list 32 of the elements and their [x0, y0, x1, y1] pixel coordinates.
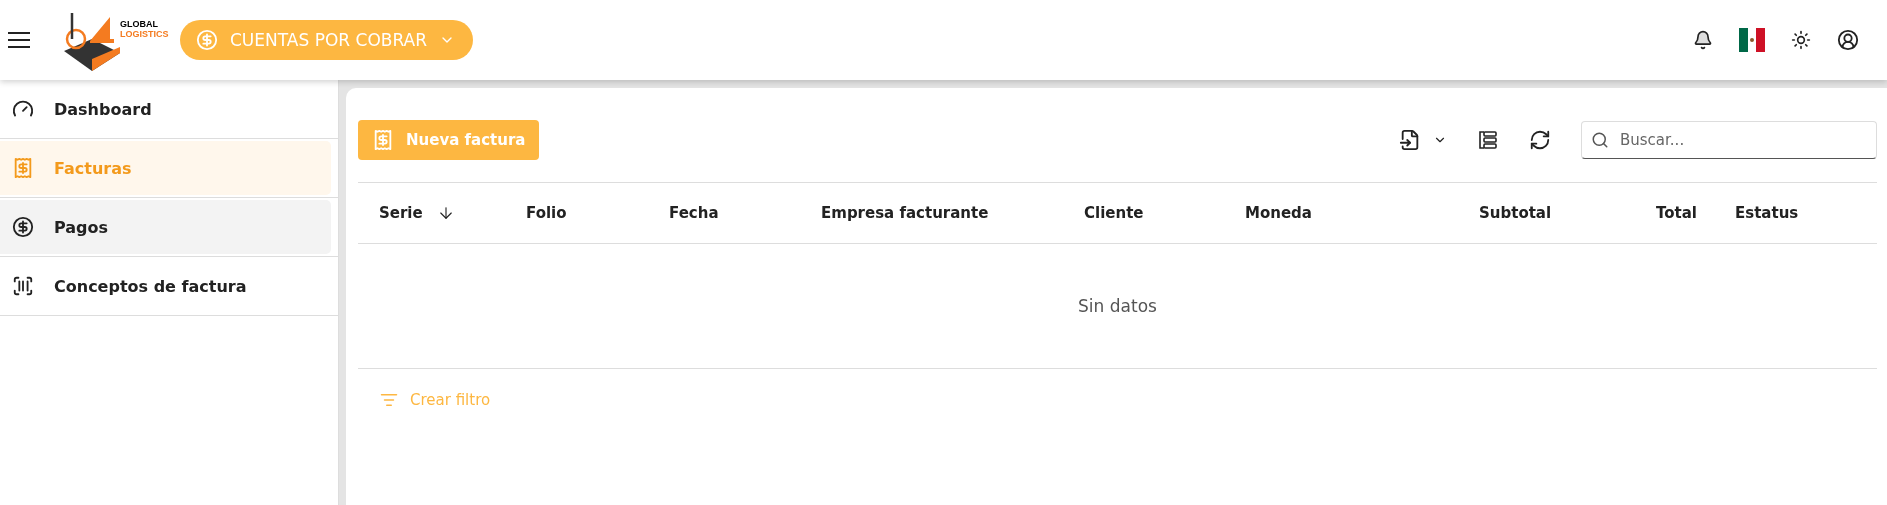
- sidebar-item[interactable]: Dashboard: [0, 82, 331, 136]
- mexico-flag-icon: [1739, 28, 1765, 52]
- dollar-icon: [12, 216, 34, 238]
- invoice-icon: [12, 157, 34, 179]
- column-header[interactable]: Folio: [526, 204, 567, 222]
- export-button[interactable]: [1399, 129, 1447, 151]
- column-header[interactable]: Serie: [379, 204, 423, 222]
- column-header[interactable]: Subtotal: [1479, 204, 1552, 222]
- logo-text: GLOBAL: [120, 19, 159, 29]
- search-field[interactable]: Buscar...: [1581, 121, 1877, 159]
- file-export-icon: [1399, 129, 1421, 151]
- empty-message: Sin datos: [1078, 296, 1157, 316]
- column-header[interactable]: Estatus: [1735, 204, 1799, 222]
- column-header[interactable]: Moneda: [1245, 204, 1312, 222]
- filter-icon: [380, 391, 398, 409]
- column-header[interactable]: Empresa facturante: [821, 204, 989, 222]
- receipt-icon: [372, 129, 394, 151]
- refresh-button[interactable]: [1529, 129, 1551, 151]
- barcode-icon: [12, 275, 34, 297]
- column-header[interactable]: Fecha: [669, 204, 719, 222]
- language-button[interactable]: [1739, 28, 1765, 52]
- sidebar-item[interactable]: Pagos: [0, 200, 331, 254]
- column-header[interactable]: Cliente: [1084, 204, 1144, 222]
- columns-button[interactable]: [1477, 129, 1499, 151]
- search-icon: [1591, 131, 1609, 149]
- sidebar-item[interactable]: Conceptos de factura: [0, 259, 331, 313]
- menu-button[interactable]: [8, 32, 30, 48]
- logo-text: LOGISTICS: [120, 29, 169, 39]
- column-header[interactable]: Total: [1656, 204, 1697, 222]
- user-button[interactable]: [1837, 29, 1859, 51]
- notifications-button[interactable]: [1693, 30, 1713, 50]
- theme-button[interactable]: [1791, 30, 1811, 50]
